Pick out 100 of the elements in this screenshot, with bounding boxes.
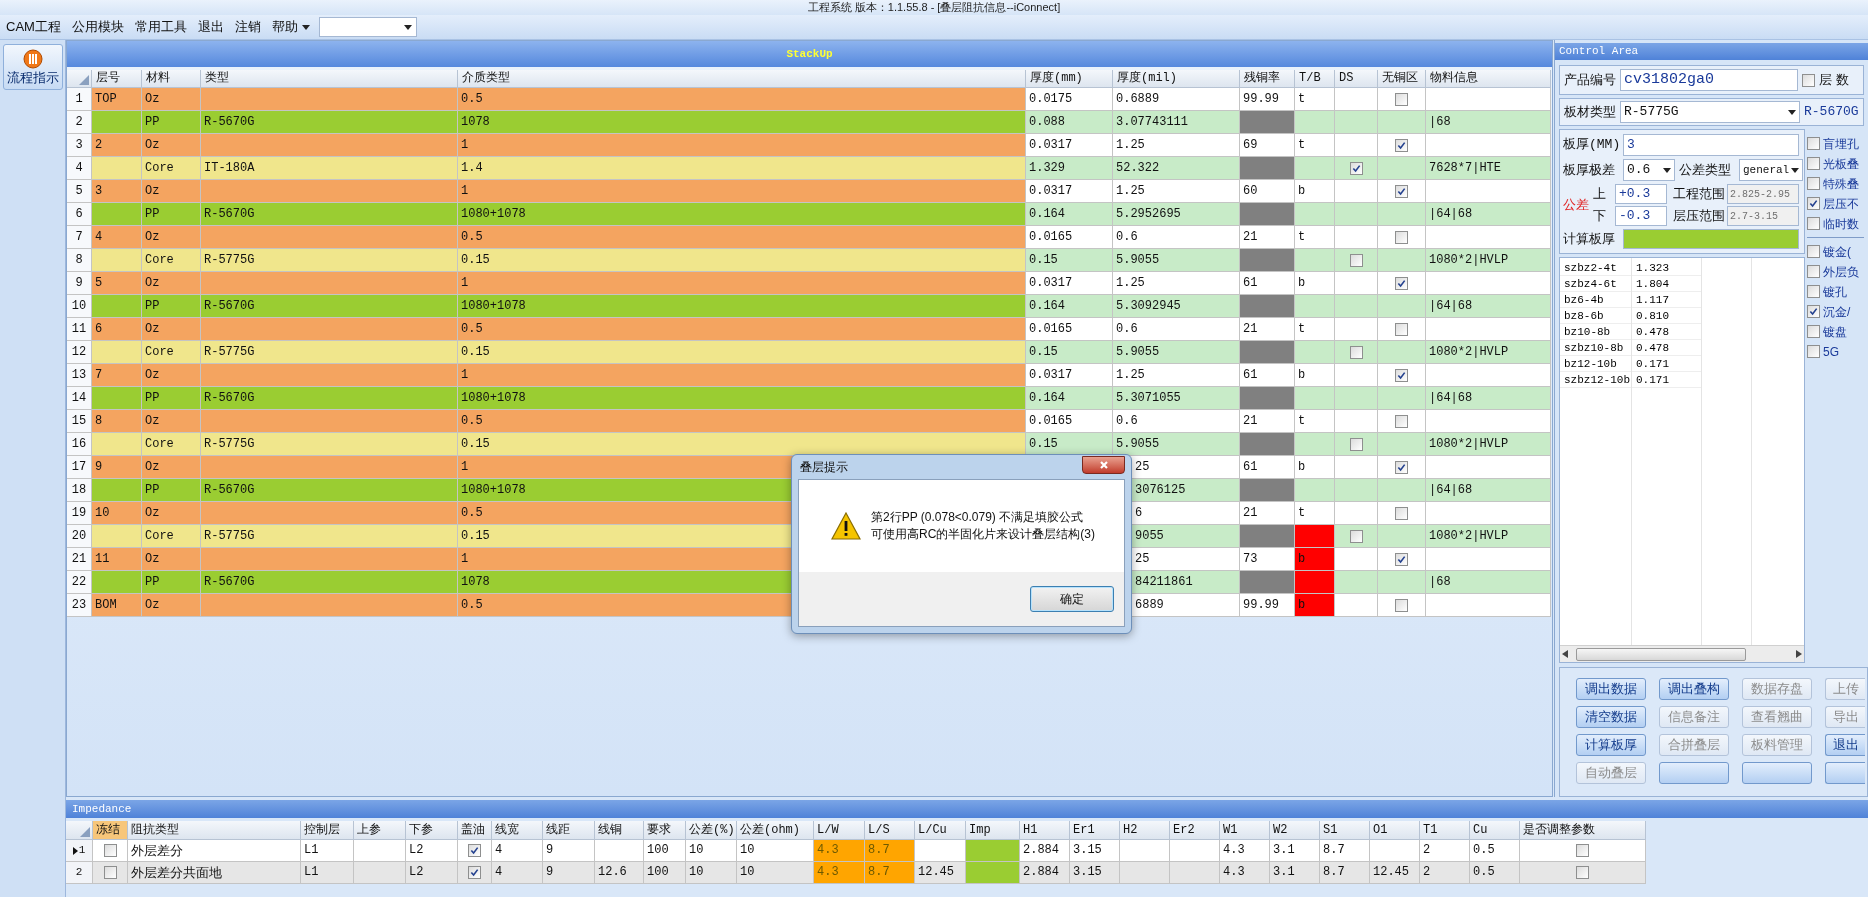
- select-all-icon[interactable]: [79, 75, 89, 85]
- checkbox[interactable]: [1807, 157, 1820, 170]
- checkbox[interactable]: [1807, 285, 1820, 298]
- column-header[interactable]: 介质类型: [458, 70, 1026, 88]
- menu-item[interactable]: 注销: [230, 16, 265, 38]
- combo-box[interactable]: [318, 17, 417, 37]
- checkbox[interactable]: [1349, 529, 1363, 543]
- column-header[interactable]: 是否调整参数: [1520, 821, 1646, 840]
- column-header[interactable]: L/W: [814, 821, 865, 840]
- checkbox[interactable]: [1576, 866, 1589, 879]
- checkbox[interactable]: [1802, 73, 1815, 87]
- checkbox[interactable]: [1395, 552, 1408, 566]
- column-header[interactable]: 线宽: [492, 821, 543, 840]
- checkbox[interactable]: [468, 866, 481, 879]
- checkbox[interactable]: [1395, 138, 1408, 152]
- checkbox[interactable]: [1807, 197, 1820, 210]
- checkbox[interactable]: [1807, 265, 1820, 278]
- column-header[interactable]: 上参: [354, 821, 406, 840]
- checkbox[interactable]: [1395, 460, 1408, 474]
- checkbox[interactable]: [103, 844, 117, 857]
- checkbox[interactable]: [1807, 345, 1820, 358]
- input-field[interactable]: 3: [1623, 134, 1799, 156]
- column-header[interactable]: 阻抗类型: [128, 821, 301, 840]
- menu-item[interactable]: 帮助: [267, 16, 314, 38]
- action-button[interactable]: 调出叠构: [1659, 678, 1729, 700]
- checkbox[interactable]: [1395, 368, 1408, 382]
- column-header[interactable]: O1: [1370, 821, 1420, 840]
- column-header[interactable]: 线铜: [595, 821, 644, 840]
- checkbox[interactable]: [103, 866, 117, 879]
- column-header[interactable]: H2: [1120, 821, 1170, 840]
- checkbox[interactable]: [1576, 844, 1589, 857]
- combo-box[interactable]: 0.6: [1623, 159, 1675, 181]
- column-header[interactable]: 控制层: [301, 821, 354, 840]
- column-header[interactable]: 材料: [142, 70, 201, 88]
- checkbox[interactable]: [1807, 177, 1820, 190]
- checkbox[interactable]: [1807, 325, 1820, 338]
- column-header[interactable]: L/Cu: [915, 821, 966, 840]
- column-header[interactable]: 层号: [92, 70, 142, 88]
- combo-box[interactable]: R-5775G: [1620, 101, 1800, 123]
- checkbox[interactable]: [1395, 506, 1408, 520]
- column-header[interactable]: W2: [1270, 821, 1320, 840]
- checkbox[interactable]: [1395, 276, 1408, 290]
- column-header[interactable]: 无铜区: [1378, 70, 1426, 88]
- checkbox[interactable]: [1395, 322, 1408, 336]
- column-header[interactable]: 公差(%): [686, 821, 737, 840]
- column-header[interactable]: 线距: [543, 821, 595, 840]
- checkbox[interactable]: [1395, 598, 1408, 612]
- scroll-thumb[interactable]: [1576, 647, 1746, 661]
- checkbox[interactable]: [1395, 414, 1408, 428]
- column-header[interactable]: H1: [1020, 821, 1070, 840]
- action-button[interactable]: 清空数据: [1576, 706, 1646, 728]
- checkbox[interactable]: [1349, 345, 1363, 359]
- column-header[interactable]: 冻结: [93, 821, 128, 840]
- left-arrow-icon[interactable]: [1562, 650, 1568, 658]
- input-field[interactable]: +0.3: [1615, 184, 1667, 204]
- checkbox[interactable]: [468, 844, 481, 857]
- ok-button[interactable]: 确定: [1030, 586, 1114, 612]
- action-button[interactable]: 调出数据: [1576, 678, 1646, 700]
- row-header[interactable]: 1: [66, 840, 93, 862]
- row-header[interactable]: 2: [66, 862, 93, 884]
- checkbox[interactable]: [1349, 253, 1363, 267]
- combo-box[interactable]: general: [1739, 159, 1803, 181]
- checkbox[interactable]: [1807, 245, 1820, 258]
- action-button[interactable]: 退出: [1825, 734, 1865, 756]
- column-header[interactable]: 公差(ohm): [737, 821, 814, 840]
- column-header[interactable]: 盖油: [458, 821, 492, 840]
- column-header[interactable]: DS: [1335, 70, 1378, 88]
- column-header[interactable]: T/B: [1295, 70, 1335, 88]
- checkbox[interactable]: [1395, 92, 1408, 106]
- column-header[interactable]: 物料信息: [1426, 70, 1551, 88]
- column-header[interactable]: S1: [1320, 821, 1370, 840]
- scrollbar[interactable]: [1560, 645, 1804, 662]
- action-button[interactable]: [1742, 762, 1812, 784]
- checkbox[interactable]: [1349, 437, 1363, 451]
- column-header[interactable]: 残铜率: [1240, 70, 1295, 88]
- column-header[interactable]: Er2: [1170, 821, 1220, 840]
- column-header[interactable]: 厚度(mm): [1026, 70, 1113, 88]
- column-header[interactable]: 类型: [201, 70, 458, 88]
- checkbox[interactable]: [1807, 217, 1820, 230]
- input-field[interactable]: -0.3: [1615, 206, 1667, 226]
- column-header[interactable]: 要求: [644, 821, 686, 840]
- input-field[interactable]: cv31802ga0: [1620, 69, 1798, 91]
- column-header[interactable]: Imp: [966, 821, 1020, 840]
- action-button[interactable]: 计算板厚: [1576, 734, 1646, 756]
- right-arrow-icon[interactable]: [1796, 650, 1802, 658]
- column-header[interactable]: Er1: [1070, 821, 1120, 840]
- checkbox[interactable]: [1807, 305, 1820, 318]
- checkbox[interactable]: [1807, 137, 1820, 150]
- column-header[interactable]: T1: [1420, 821, 1470, 840]
- close-button[interactable]: [1082, 456, 1125, 474]
- column-header[interactable]: W1: [1220, 821, 1270, 840]
- menu-item[interactable]: 退出: [193, 16, 228, 38]
- action-button[interactable]: [1825, 762, 1865, 784]
- menu-item[interactable]: 公用模块: [67, 16, 128, 38]
- column-header[interactable]: L/S: [865, 821, 915, 840]
- menu-item[interactable]: CAM工程: [2, 16, 65, 38]
- menu-item[interactable]: 常用工具: [130, 16, 191, 38]
- column-header[interactable]: 下参: [406, 821, 458, 840]
- checkbox[interactable]: [1349, 161, 1363, 175]
- checkbox[interactable]: [1395, 230, 1408, 244]
